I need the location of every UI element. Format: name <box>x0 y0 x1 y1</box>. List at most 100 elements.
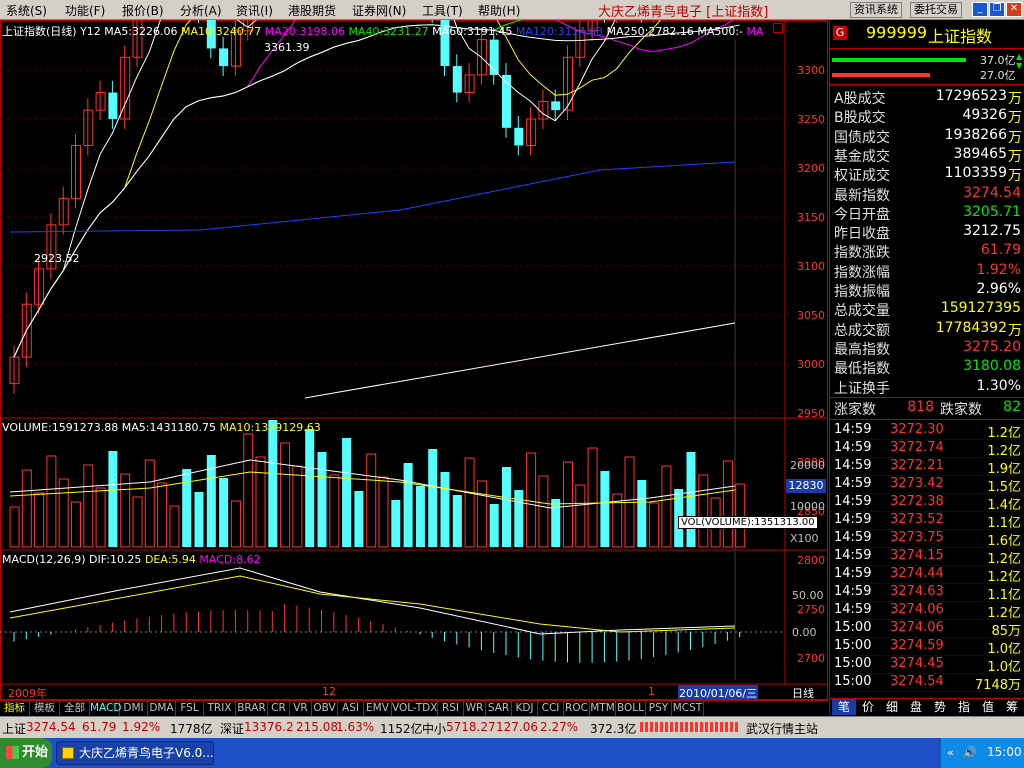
tick-price: 3274.15 <box>890 548 944 563</box>
detail-tab[interactable]: 盘 <box>904 699 928 715</box>
menu-function[interactable]: 功能(F) <box>65 2 105 19</box>
ticker-strip: 上证 3274.54 61.79 1.92% 1778亿 深证 13376.2 … <box>0 716 1024 738</box>
volume-bars <box>9 420 746 548</box>
volume-bar-up <box>83 464 94 548</box>
menu-news[interactable]: 资讯(I) <box>236 2 273 19</box>
indicator-tab-kdj[interactable]: KDJ <box>512 701 538 716</box>
detail-tab[interactable]: 价 <box>856 699 880 715</box>
chart-area[interactable]: 上证指数(日线) Y12 MA5:3226.06 MA10:3240.77 MA… <box>0 20 828 701</box>
volume-ma10: MA10:1379129.63 <box>219 421 321 434</box>
tick-price: 3274.44 <box>890 566 944 581</box>
up-count: 818 <box>907 399 934 415</box>
stat-row: 最低指数 3180.08 <box>830 358 1024 377</box>
volume-bar-up <box>366 453 377 548</box>
tick-price: 3274.54 <box>890 674 944 689</box>
minimize-icon[interactable]: _ <box>972 2 988 17</box>
macd-name: MACD(12,26,9) <box>2 553 86 566</box>
indicator-tab-cr[interactable]: CR <box>268 701 290 716</box>
volume-bar-up <box>526 452 537 548</box>
indicator-tab-brar[interactable]: BRAR <box>236 701 268 716</box>
price-axis-label: 3250 <box>797 113 825 126</box>
indicator-tab-asi[interactable]: ASI <box>338 701 364 716</box>
tick-price: 3272.74 <box>890 440 944 455</box>
volume-bar-up <box>563 461 573 548</box>
indicator-tab-指标[interactable]: 指标 <box>0 701 30 716</box>
indicator-tab-obv[interactable]: OBV <box>312 701 338 716</box>
volume-bar-down <box>194 492 204 547</box>
indicator-tab-cci[interactable]: CCI <box>538 701 564 716</box>
detail-tab[interactable]: 筹 <box>1000 699 1024 715</box>
indicator-tab-fsl[interactable]: FSL <box>176 701 204 716</box>
indicator-tab-wr[interactable]: WR <box>464 701 486 716</box>
price-axis-label: 2750 <box>797 603 825 616</box>
indicator-tab-trix[interactable]: TRIX <box>204 701 236 716</box>
indicator-tab-rsi[interactable]: RSI <box>438 701 464 716</box>
indicator-tab-vol-tdx[interactable]: VOL-TDX <box>392 701 438 716</box>
indicator-tab-psy[interactable]: PSY <box>646 701 672 716</box>
menu-system[interactable]: 系统(S) <box>6 2 47 19</box>
ma-more-label: MA <box>746 25 764 38</box>
menu-hk-futures[interactable]: 港股期货 <box>288 2 336 19</box>
volume-bar-down <box>342 438 352 547</box>
menu-tools[interactable]: 工具(T) <box>422 2 463 19</box>
trade-button[interactable]: 委托交易 <box>910 2 962 18</box>
detail-tab[interactable]: 细 <box>880 699 904 715</box>
indicator-tab-emv[interactable]: EMV <box>364 701 392 716</box>
menu-analysis[interactable]: 分析(A) <box>180 2 222 19</box>
indicator-tab-vr[interactable]: VR <box>290 701 312 716</box>
sell-strength-bar <box>832 73 930 77</box>
chart-name: 上证指数(日线) Y12 <box>2 25 101 38</box>
stat-value: 17296523 <box>935 88 1007 104</box>
stat-label: 上证换手 <box>834 380 890 397</box>
news-system-button[interactable]: 资讯系统 <box>850 2 902 18</box>
indicator-tab-macd[interactable]: MACD <box>90 701 121 716</box>
detail-tab[interactable]: 势 <box>928 699 952 715</box>
volume-value: VOLUME:1591273.88 <box>2 421 119 434</box>
tick-row: 15:00 3274.54 7148万 <box>830 674 1024 693</box>
indicator-tab-sar[interactable]: SAR <box>486 701 512 716</box>
indicator-tab-mtm[interactable]: MTM <box>590 701 616 716</box>
stat-unit: 万 <box>1008 322 1022 339</box>
tick-time: 14:59 <box>834 440 872 455</box>
scroll-arrows-icon[interactable]: ▲ ▼ <box>1016 52 1022 80</box>
menu-bar: 系统(S) 功能(F) 报价(B) 分析(A) 资讯(I) 港股期货 证券网(N… <box>0 0 1024 20</box>
period-label[interactable]: 日线 <box>792 685 814 701</box>
indicator-tab-roc[interactable]: ROC <box>564 701 590 716</box>
restore-icon[interactable]: ❐ <box>989 2 1005 17</box>
volume-bar-up <box>280 442 291 548</box>
stat-row: 总成交量 159127395 <box>830 300 1024 319</box>
detail-tab[interactable]: 值 <box>976 699 1000 715</box>
tick-time: 14:59 <box>834 422 872 437</box>
taskbar-app-button[interactable]: 大庆乙烯青鸟电子V6.0... <box>56 741 214 765</box>
menu-quote[interactable]: 报价(B) <box>122 2 164 19</box>
indicator-tab-dma[interactable]: DMA <box>148 701 176 716</box>
kline-chart-svg[interactable] <box>0 20 828 700</box>
menu-securities-net[interactable]: 证券网(N) <box>352 2 406 19</box>
app-title: 大庆乙烯青鸟电子 [上证指数] <box>598 5 769 20</box>
menu-help[interactable]: 帮助(H) <box>478 2 520 19</box>
stat-value: 2.96% <box>976 281 1021 297</box>
tray-expand-icon[interactable]: « <box>947 746 954 759</box>
stat-unit: 万 <box>1008 91 1022 107</box>
volume-bar-down <box>428 449 438 547</box>
indicator-tab-dmi[interactable]: DMI <box>120 701 148 716</box>
volume-bar-down <box>391 500 401 547</box>
candle-body-down <box>551 101 561 111</box>
indicator-tab-模板[interactable]: 模板 <box>30 701 60 716</box>
tick-price: 3274.45 <box>890 656 944 671</box>
detail-tab[interactable]: 笔 <box>832 699 856 715</box>
indicator-tab-boll[interactable]: BOLL <box>616 701 646 716</box>
indicator-tab-mcst[interactable]: MCST <box>672 701 704 716</box>
stat-value: 3212.75 <box>963 223 1021 240</box>
indicator-tab-全部[interactable]: 全部 <box>60 701 90 716</box>
down-count-label: 跌家数 <box>940 402 982 418</box>
volume-axis-20000: 20000 <box>790 459 825 472</box>
stat-row: 最高指数 3275.20 <box>830 339 1024 358</box>
header-toggle-icon[interactable] <box>773 23 783 33</box>
price-axis-label: 3050 <box>797 309 825 322</box>
tick-price: 3274.59 <box>890 638 944 653</box>
windows-logo-icon <box>6 746 19 759</box>
speaker-icon[interactable]: 🔊 <box>963 746 977 759</box>
close-icon[interactable]: ✕ <box>1006 2 1022 17</box>
detail-tab[interactable]: 指 <box>952 699 976 715</box>
